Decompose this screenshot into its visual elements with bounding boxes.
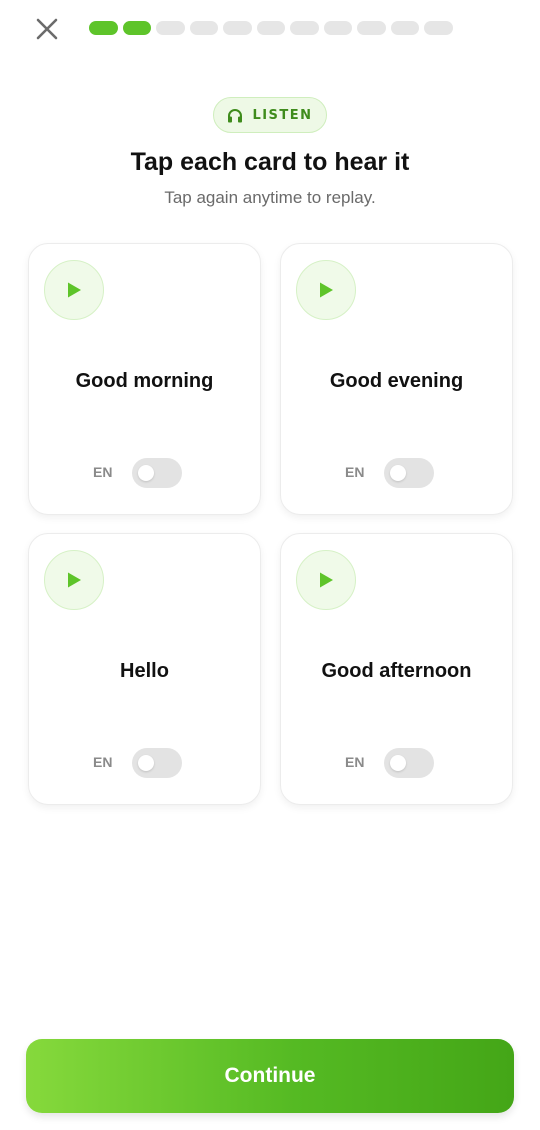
play-button[interactable]: [296, 260, 356, 320]
phrase-text: Hello: [120, 660, 169, 682]
phrase-card[interactable]: Good afternoon EN: [280, 533, 513, 805]
language-label: EN: [93, 464, 113, 480]
progress-segment: [424, 21, 453, 35]
language-label: EN: [345, 754, 365, 770]
toggle-knob: [138, 755, 154, 771]
language-label: EN: [93, 754, 113, 770]
toggle-knob: [390, 755, 406, 771]
lesson-progress-bar: [89, 21, 453, 35]
phrase-text: Good evening: [329, 370, 464, 392]
phrase-card-grid: Good morning EN Good evening EN Hello EN…: [28, 243, 513, 805]
translation-toggle[interactable]: [132, 458, 182, 488]
page-title: Tap each card to hear it: [130, 148, 410, 176]
close-icon: [36, 18, 58, 40]
progress-segment: [122, 21, 151, 35]
play-button[interactable]: [44, 550, 104, 610]
continue-button[interactable]: Continue: [26, 1039, 514, 1113]
progress-segment: [156, 21, 185, 35]
progress-segment: [256, 21, 285, 35]
translation-toggle[interactable]: [384, 458, 434, 488]
translation-toggle[interactable]: [384, 748, 434, 778]
phrase-text: Good afternoon: [321, 660, 472, 682]
progress-segment: [323, 21, 352, 35]
phrase-text: Good morning: [75, 370, 214, 392]
lesson-screen: LISTEN Tap each card to hear it Tap agai…: [0, 0, 540, 1130]
play-button[interactable]: [44, 260, 104, 320]
progress-segment: [390, 21, 419, 35]
badge-label: LISTEN: [252, 107, 313, 123]
listen-badge: LISTEN: [213, 97, 327, 133]
phrase-card[interactable]: Hello EN: [28, 533, 261, 805]
toggle-knob: [390, 465, 406, 481]
page-subtitle: Tap again anytime to replay.: [164, 188, 376, 207]
top-bar: [0, 0, 540, 56]
play-icon: [320, 572, 333, 588]
language-label: EN: [345, 464, 365, 480]
progress-segment: [223, 21, 252, 35]
play-icon: [68, 282, 81, 298]
play-button[interactable]: [296, 550, 356, 610]
progress-segment: [89, 21, 118, 35]
headphones-icon: [228, 108, 243, 122]
phrase-card[interactable]: Good morning EN: [28, 243, 261, 515]
play-icon: [320, 282, 333, 298]
phrase-card[interactable]: Good evening EN: [280, 243, 513, 515]
close-button[interactable]: [30, 12, 64, 46]
play-icon: [68, 572, 81, 588]
progress-segment: [189, 21, 218, 35]
translation-toggle[interactable]: [132, 748, 182, 778]
toggle-knob: [138, 465, 154, 481]
progress-segment: [357, 21, 386, 35]
progress-segment: [290, 21, 319, 35]
